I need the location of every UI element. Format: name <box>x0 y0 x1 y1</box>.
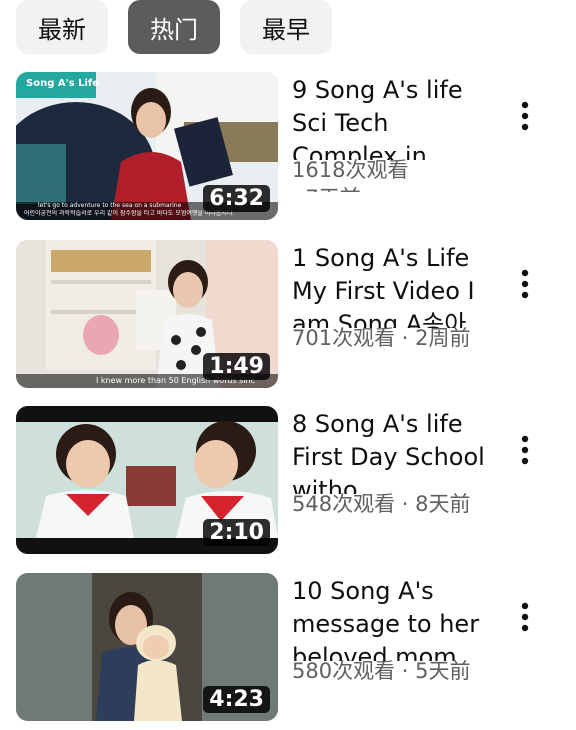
video-views: 580次观看 · 5天前 <box>292 659 471 683</box>
video-meta: 1 Song A's Life My First Video I am Song… <box>292 240 492 388</box>
more-vert-icon[interactable] <box>510 96 540 136</box>
thumbnail-banner: Song A's Life <box>26 78 99 89</box>
video-views: 1618次观看 <box>292 158 409 182</box>
video-meta: 10 Song A's message to her beloved mom 5… <box>292 573 492 721</box>
more-vert-icon[interactable] <box>510 597 540 637</box>
video-title[interactable]: 1 Song A's Life My First Video I am Song… <box>292 242 492 328</box>
video-thumbnail[interactable]: 2:10 <box>16 406 278 554</box>
more-vert-icon[interactable] <box>510 264 540 304</box>
video-meta: 8 Song A's life First Day School witho 5… <box>292 406 492 554</box>
video-thumbnail[interactable]: 4:23 <box>16 573 278 721</box>
video-item[interactable]: 2:10 8 Song A's life First Day School wi… <box>16 406 576 554</box>
video-item[interactable]: I knew more than 50 English words sinc 1… <box>16 240 576 388</box>
chip-oldest[interactable]: 最早 <box>240 0 332 54</box>
video-item[interactable]: 4:23 10 Song A's message to her beloved … <box>16 573 576 721</box>
video-duration: 2:10 <box>203 519 270 546</box>
video-duration: 6:32 <box>203 185 270 212</box>
video-title[interactable]: 10 Song A's message to her beloved mom <box>292 575 492 661</box>
chip-latest[interactable]: 最新 <box>16 0 108 54</box>
video-views: 701次观看 · 2周前 <box>292 326 471 350</box>
video-duration: 4:23 <box>203 686 270 713</box>
more-vert-icon[interactable] <box>510 430 540 470</box>
video-duration: 1:49 <box>203 353 270 380</box>
video-thumbnail[interactable]: I knew more than 50 English words sinc 1… <box>16 240 278 388</box>
chip-popular[interactable]: 热门 <box>128 0 220 54</box>
video-meta: 9 Song A's life Sci Tech Complex in 1618… <box>292 72 492 220</box>
video-item[interactable]: Song A's Life let's go to adventure to t… <box>16 72 576 220</box>
video-title[interactable]: 8 Song A's life First Day School witho <box>292 408 492 494</box>
video-thumbnail[interactable]: Song A's Life let's go to adventure to t… <box>16 72 278 220</box>
sort-chips: 最新 热门 最早 <box>16 0 332 54</box>
video-title[interactable]: 9 Song A's life Sci Tech Complex in <box>292 74 492 160</box>
video-age: · 7天前 <box>292 184 492 192</box>
video-views: 548次观看 · 8天前 <box>292 492 471 516</box>
